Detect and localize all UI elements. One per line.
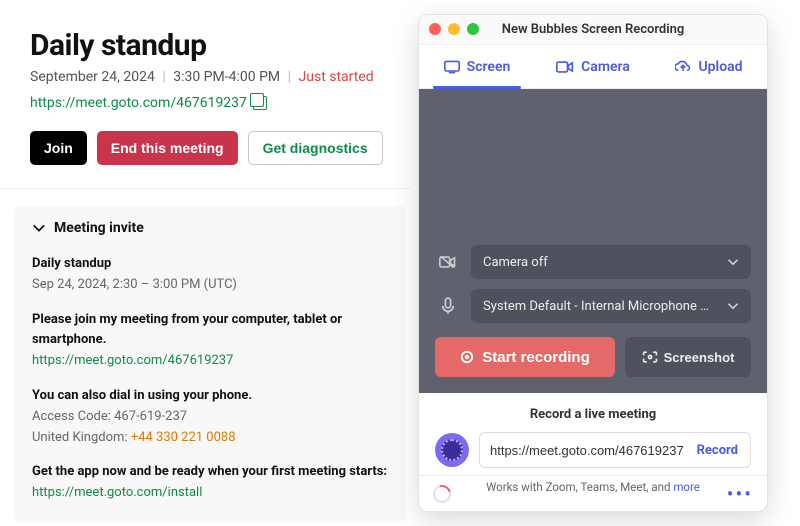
meeting-invite-panel: Meeting invite Daily standup Sep 24, 202…	[14, 206, 406, 522]
start-recording-label: Start recording	[482, 349, 590, 366]
copy-icon[interactable]	[253, 96, 267, 110]
invite-subtitle: Sep 24, 2024, 2:30 – 3:00 PM (UTC)	[32, 275, 388, 296]
camera-select[interactable]: Camera off	[471, 245, 751, 279]
screen-icon	[444, 60, 460, 74]
meeting-panel: Daily standup September 24, 2024 | 3:30 …	[30, 28, 400, 165]
meeting-url[interactable]: https://meet.goto.com/467619237	[30, 95, 247, 111]
chevron-down-icon	[727, 256, 739, 268]
tab-screen-label: Screen	[467, 59, 511, 75]
invite-title: Daily standup	[32, 254, 388, 275]
divider	[0, 188, 410, 189]
screenshot-icon	[642, 350, 658, 364]
tab-camera-label: Camera	[581, 59, 630, 75]
join-button[interactable]: Join	[30, 131, 87, 165]
live-meeting-title: Record a live meeting	[435, 407, 751, 422]
country-label: United Kingdom:	[32, 430, 128, 445]
meeting-time: 3:30 PM-4:00 PM	[173, 69, 280, 85]
chevron-down-icon	[32, 221, 46, 235]
invite-header[interactable]: Meeting invite	[32, 220, 388, 236]
window-title: New Bubbles Screen Recording	[502, 22, 685, 37]
loading-spinner-icon	[430, 481, 455, 506]
preview-area	[435, 103, 751, 235]
tab-camera[interactable]: Camera	[535, 45, 651, 88]
mic-icon	[435, 297, 461, 315]
end-meeting-button[interactable]: End this meeting	[97, 131, 238, 165]
invite-join-url[interactable]: https://meet.goto.com/467619237	[32, 351, 388, 372]
live-url-input[interactable]	[490, 443, 689, 458]
meeting-subline: September 24, 2024 | 3:30 PM-4:00 PM | J…	[30, 69, 400, 85]
live-record-button[interactable]: Record	[689, 443, 746, 458]
dial-phone[interactable]: +44 330 221 0088	[131, 430, 236, 445]
tab-upload-label: Upload	[698, 59, 742, 75]
meeting-title: Daily standup	[30, 28, 400, 63]
invite-dial-line: You can also dial in using your phone.	[32, 386, 388, 407]
mic-select-value: System Default - Internal Microphone (Bu…	[483, 299, 713, 314]
tab-upload[interactable]: Upload	[651, 45, 767, 88]
recorder-window: New Bubbles Screen Recording Screen Came…	[418, 14, 768, 512]
chevron-down-icon	[727, 300, 739, 312]
access-code-label: Access Code:	[32, 409, 111, 424]
live-url-input-wrap: Record	[479, 432, 751, 468]
camera-icon	[556, 61, 574, 73]
meeting-date: September 24, 2024	[30, 69, 155, 85]
tab-screen[interactable]: Screen	[419, 45, 535, 88]
get-diagnostics-button[interactable]: Get diagnostics	[248, 131, 383, 165]
screenshot-label: Screenshot	[664, 350, 735, 365]
avatar	[435, 433, 469, 467]
zoom-icon[interactable]	[467, 23, 479, 35]
close-icon[interactable]	[429, 23, 441, 35]
invite-install-url[interactable]: https://meet.goto.com/install	[32, 483, 388, 504]
recorder-footer: •••	[419, 475, 767, 511]
access-code-value: 467-619-237	[114, 409, 187, 424]
invite-join-line: Please join my meeting from your compute…	[32, 310, 388, 352]
window-titlebar: New Bubbles Screen Recording	[419, 15, 767, 45]
mic-select[interactable]: System Default - Internal Microphone (Bu…	[471, 289, 751, 323]
recorder-tabs: Screen Camera Upload	[419, 45, 767, 89]
camera-select-value: Camera off	[483, 255, 548, 270]
camera-off-icon	[435, 255, 461, 269]
preview-area-container: Camera off System Default - Internal Mic…	[419, 89, 767, 393]
invite-header-label: Meeting invite	[54, 220, 144, 236]
screenshot-button[interactable]: Screenshot	[625, 337, 751, 377]
meeting-status: Just started	[299, 69, 374, 85]
invite-install-line: Get the app now and be ready when your f…	[32, 462, 388, 483]
start-recording-button[interactable]: Start recording	[435, 337, 615, 377]
upload-icon	[675, 60, 691, 74]
minimize-icon[interactable]	[448, 23, 460, 35]
record-icon	[460, 350, 474, 364]
more-menu-button[interactable]: •••	[727, 482, 753, 506]
